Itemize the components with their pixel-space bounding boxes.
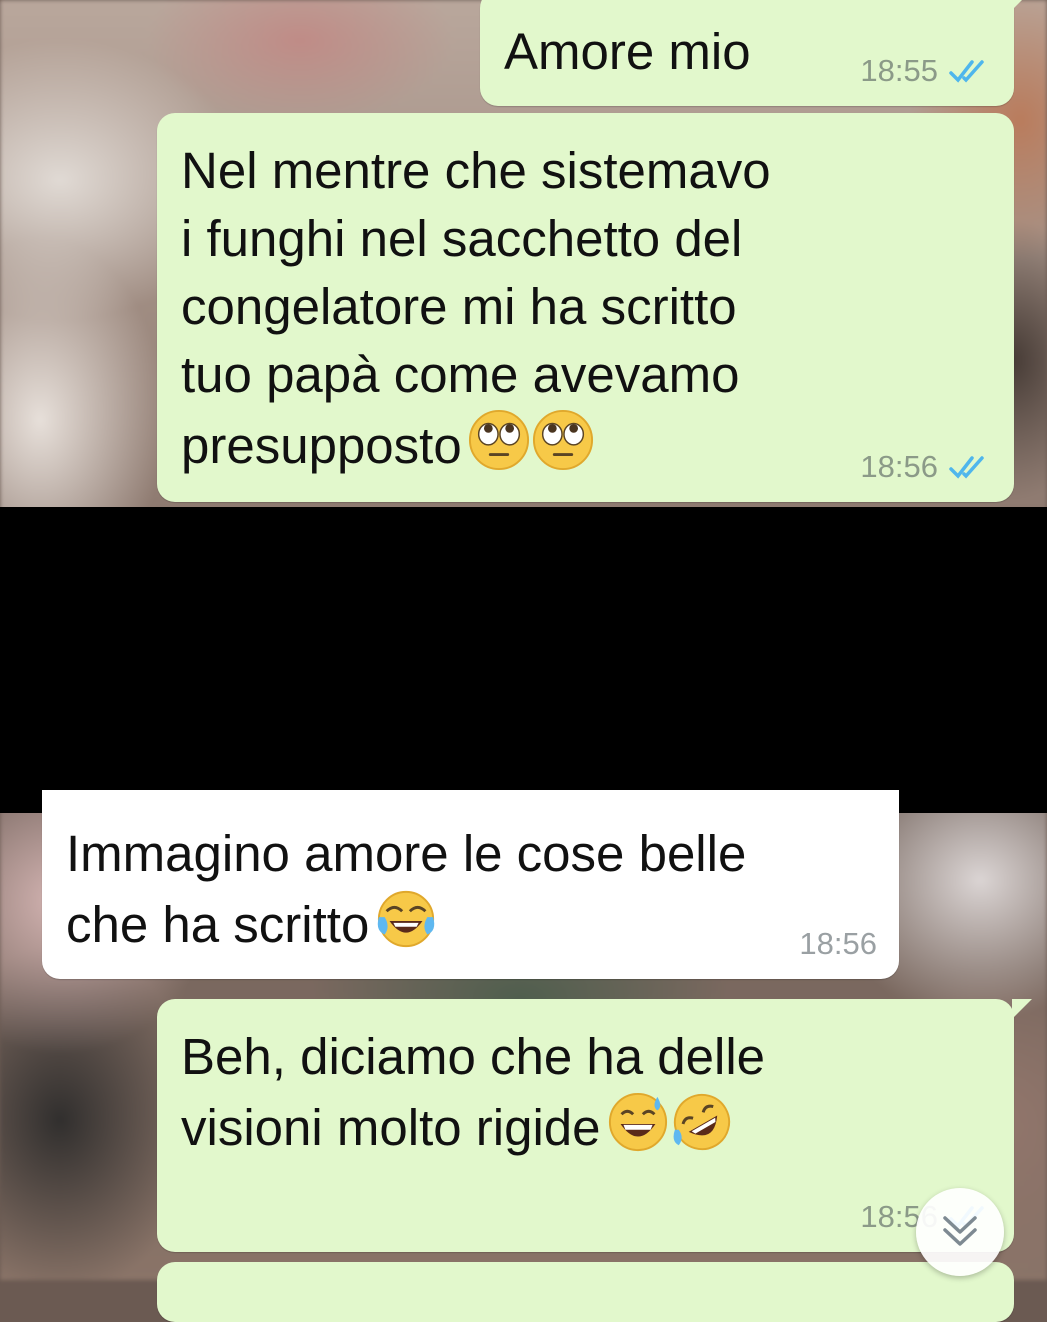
redacted-area <box>0 507 1047 813</box>
grinning-face-with-sweat-icon <box>608 1092 667 1152</box>
message-meta: 18:55 <box>860 54 992 88</box>
read-double-check-icon <box>949 60 984 83</box>
face-with-tears-of-joy-icon <box>378 890 435 948</box>
message-time: 18:55 <box>860 53 938 88</box>
face-with-rolling-eyes-icon <box>532 409 593 471</box>
message-bubble-incoming[interactable]: Immagino amore le cose belle che ha scri… <box>42 790 899 979</box>
message-bubble-outgoing[interactable] <box>157 1262 1014 1322</box>
message-time: 18:56 <box>799 926 877 961</box>
scroll-to-bottom-button[interactable] <box>916 1188 1004 1276</box>
face-with-rolling-eyes-icon <box>468 409 529 471</box>
message-bubble-outgoing[interactable]: Nel mentre che sistemavo i funghi nel sa… <box>157 113 1014 502</box>
message-text: Amore mio <box>504 23 751 80</box>
message-bubble-outgoing[interactable]: Amore mio 18:55 <box>480 0 1032 106</box>
read-double-check-icon <box>949 456 984 479</box>
message-time: 18:56 <box>860 449 938 484</box>
message-bubble-outgoing[interactable]: Beh, diciamo che ha delle visioni molto … <box>157 999 1032 1252</box>
double-chevron-down-icon <box>943 1216 977 1246</box>
message-meta: 18:56 <box>799 927 877 961</box>
message-meta: 18:56 <box>860 450 992 484</box>
rolling-on-the-floor-laughing-icon <box>673 1093 730 1151</box>
